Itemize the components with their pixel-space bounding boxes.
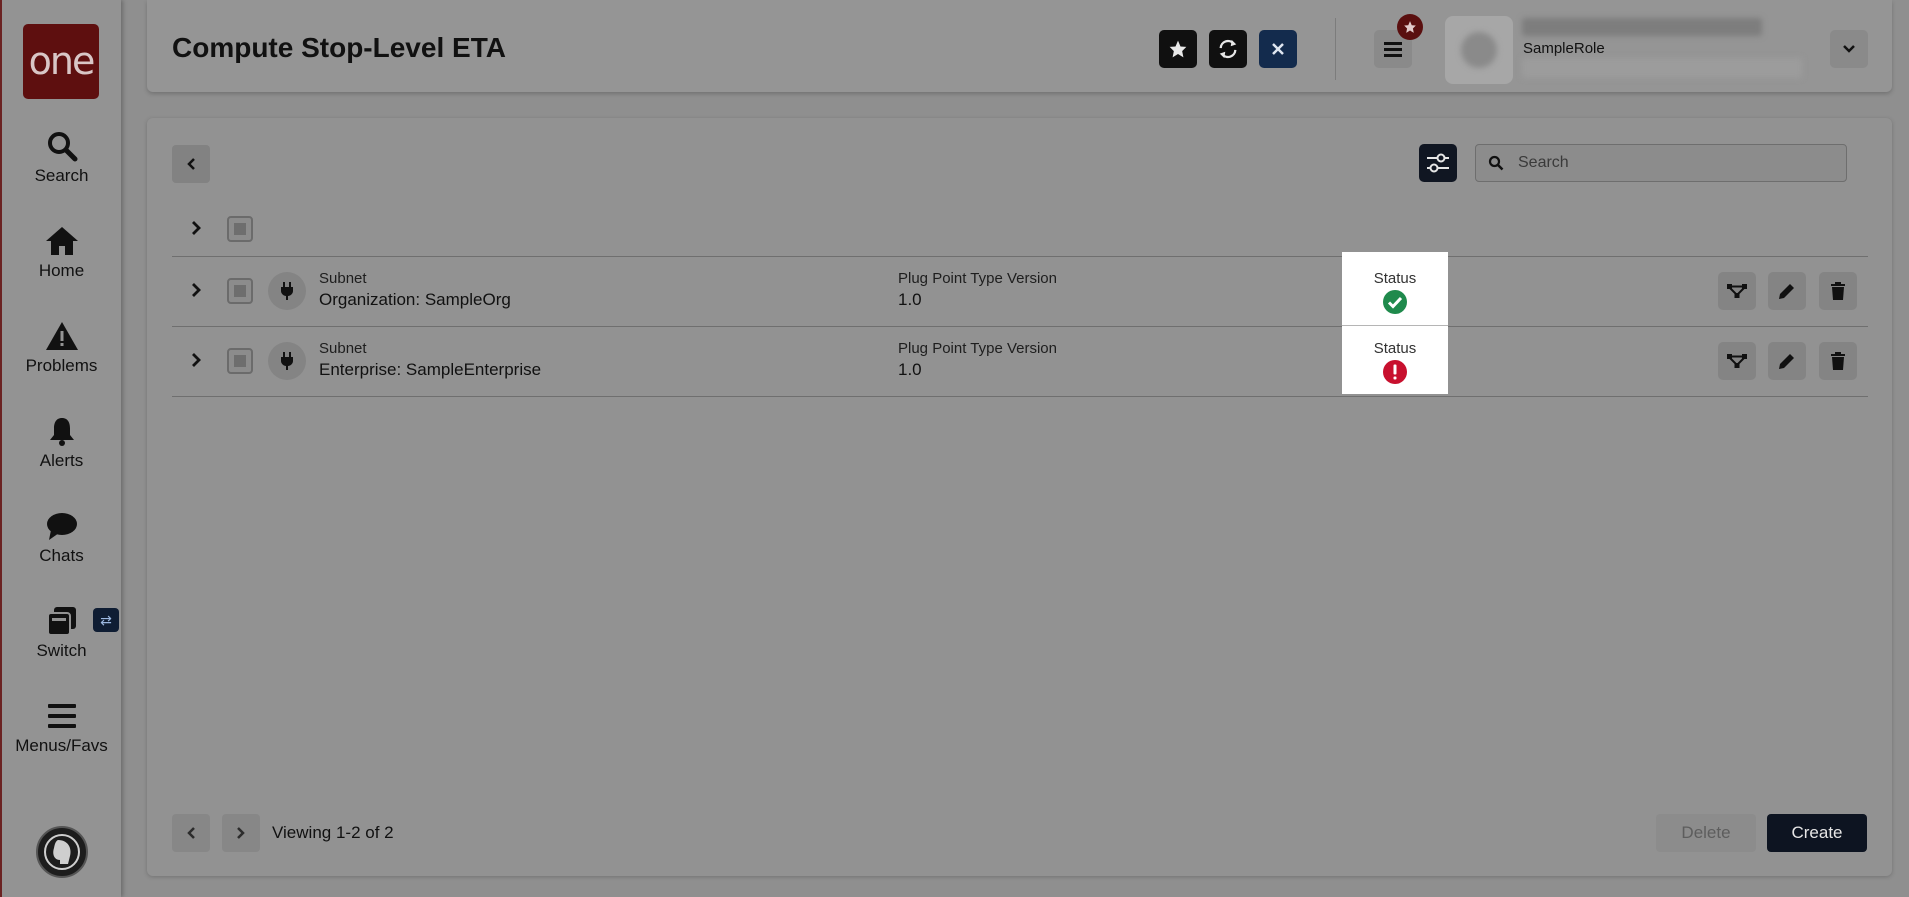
- sidebar-item-menus-favs[interactable]: Menus/Favs: [2, 700, 121, 780]
- warning-icon: [45, 322, 78, 350]
- sidebar-item-label: Problems: [25, 356, 98, 375]
- sidebar-item-label: Menus/Favs: [15, 736, 108, 755]
- list-icon: [1384, 42, 1402, 57]
- main-panel: Subnet Organization: SampleOrg Plug Poin…: [147, 118, 1892, 876]
- row-version-value: 1.0: [898, 290, 922, 309]
- row-edit-button[interactable]: [1768, 272, 1806, 310]
- user-org-redacted: [1522, 58, 1802, 78]
- chevron-left-icon: [187, 827, 195, 839]
- row-divider: [172, 256, 1868, 257]
- switch-arrows-icon[interactable]: ⇄: [93, 608, 119, 632]
- sliders-icon: [1427, 153, 1449, 173]
- search-icon: [47, 132, 77, 162]
- chevron-right-icon: [192, 353, 201, 367]
- prev-page-button[interactable]: [172, 814, 210, 852]
- chevron-right-icon: [237, 827, 245, 839]
- row-network-button[interactable]: [1718, 272, 1756, 310]
- star-icon: [1404, 21, 1416, 33]
- sidebar-item-problems[interactable]: Problems: [2, 320, 121, 400]
- row-delete-button[interactable]: [1819, 272, 1857, 310]
- home-icon: [45, 227, 78, 255]
- sidebar-item-label: Home: [38, 261, 85, 280]
- pencil-icon: [1779, 284, 1794, 299]
- row-type-label: Subnet: [319, 340, 367, 357]
- trash-icon: [1831, 282, 1845, 300]
- plug-icon: [268, 272, 306, 310]
- refresh-button[interactable]: [1209, 30, 1247, 68]
- hamburger-icon: [47, 704, 76, 728]
- row-checkbox[interactable]: [227, 278, 253, 304]
- row-divider: [172, 326, 1868, 327]
- sidebar-item-label: Switch: [36, 641, 87, 660]
- row-expand-button[interactable]: [186, 280, 206, 300]
- status-label: Status: [1373, 270, 1417, 287]
- header: Compute Stop-Level ETA SampleRole: [147, 0, 1892, 92]
- sidebar-item-home[interactable]: Home: [2, 225, 121, 305]
- search-icon: [1488, 155, 1504, 171]
- filter-button[interactable]: [1419, 144, 1457, 182]
- check-circle-icon: [1383, 290, 1407, 314]
- close-icon: [1272, 43, 1284, 55]
- create-button[interactable]: Create: [1767, 814, 1867, 852]
- sidebar-item-label: Chats: [39, 546, 84, 565]
- search-field[interactable]: [1475, 144, 1847, 182]
- pagination-status: Viewing 1-2 of 2: [272, 823, 394, 842]
- status-column-highlight: Status Status: [1342, 252, 1448, 394]
- row-network-button[interactable]: [1718, 342, 1756, 380]
- favorites-badge[interactable]: [1397, 14, 1423, 40]
- search-input[interactable]: [1518, 154, 1818, 172]
- app-logo[interactable]: one: [23, 24, 99, 99]
- row-expand-button[interactable]: [186, 350, 206, 370]
- plug-icon: [268, 342, 306, 380]
- user-name-redacted: [1522, 18, 1762, 36]
- status-label: Status: [1373, 340, 1417, 357]
- row-edit-button[interactable]: [1768, 342, 1806, 380]
- assistant-avatar[interactable]: [36, 826, 88, 878]
- row-name-link[interactable]: Enterprise: SampleEnterprise: [319, 360, 541, 380]
- star-icon: [1169, 40, 1187, 58]
- row-name-link[interactable]: Organization: SampleOrg: [319, 290, 511, 310]
- row-version-value: 1.0: [898, 360, 922, 379]
- assistant-head-icon: [44, 834, 80, 870]
- network-icon: [1727, 354, 1747, 368]
- select-all-checkbox[interactable]: [227, 216, 253, 242]
- row-version-label: Plug Point Type Version: [898, 270, 1057, 287]
- next-page-button[interactable]: [222, 814, 260, 852]
- expand-all-button[interactable]: [186, 218, 206, 238]
- trash-icon: [1831, 352, 1845, 370]
- header-divider: [1335, 18, 1336, 80]
- sidebar-item-label: Alerts: [39, 451, 84, 470]
- status-cell: Status: [1342, 252, 1448, 322]
- status-cell: Status: [1342, 322, 1448, 392]
- page-title: Compute Stop-Level ETA: [172, 32, 506, 63]
- favorite-button[interactable]: [1159, 30, 1197, 68]
- switch-icon: [46, 607, 76, 636]
- row-version-label: Plug Point Type Version: [898, 340, 1057, 357]
- chevron-down-icon: [1843, 45, 1855, 53]
- close-button[interactable]: [1259, 30, 1297, 68]
- error-circle-icon: [1383, 360, 1407, 384]
- back-button[interactable]: [172, 145, 210, 183]
- chevron-right-icon: [192, 221, 201, 235]
- row-checkbox[interactable]: [227, 348, 253, 374]
- sidebar-item-alerts[interactable]: Alerts: [2, 415, 121, 495]
- chevron-right-icon: [192, 283, 201, 297]
- delete-button[interactable]: Delete: [1656, 814, 1756, 852]
- sidebar: one Search Home Problems Alerts Chats Sw…: [0, 0, 121, 897]
- sidebar-item-search[interactable]: Search: [2, 130, 121, 210]
- bell-icon: [49, 418, 74, 446]
- sidebar-item-chats[interactable]: Chats: [2, 510, 121, 590]
- user-avatar[interactable]: [1445, 16, 1513, 84]
- chat-icon: [46, 513, 77, 540]
- network-icon: [1727, 284, 1747, 298]
- user-role: SampleRole: [1523, 40, 1605, 57]
- sidebar-item-label: Search: [34, 166, 89, 185]
- chevron-left-icon: [187, 158, 195, 170]
- pencil-icon: [1779, 354, 1794, 369]
- row-divider: [172, 396, 1868, 397]
- user-menu-dropdown[interactable]: [1830, 30, 1868, 68]
- refresh-icon: [1219, 39, 1237, 59]
- row-type-label: Subnet: [319, 270, 367, 287]
- row-delete-button[interactable]: [1819, 342, 1857, 380]
